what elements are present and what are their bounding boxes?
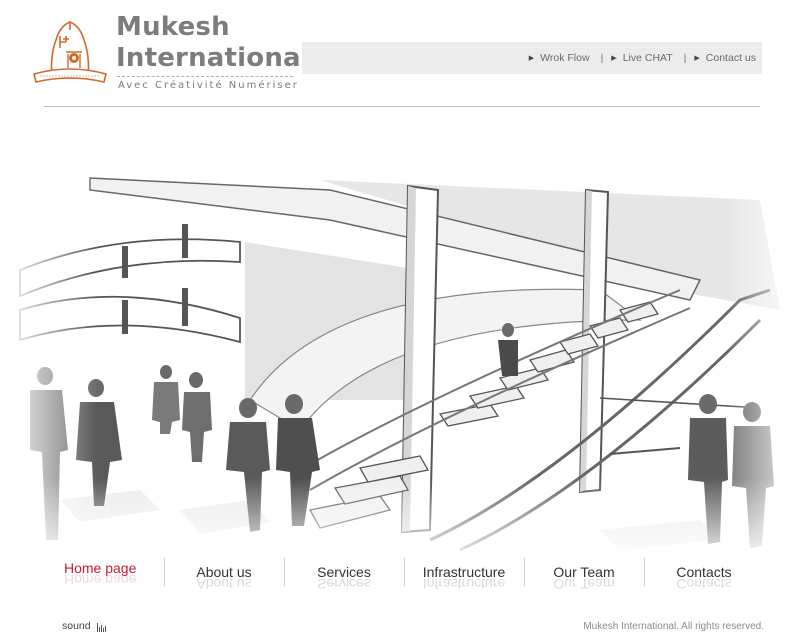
company-name-line1: Mukesh — [116, 12, 230, 42]
nav-services[interactable]: Services Services — [284, 552, 404, 600]
company-logo-emblem — [33, 21, 107, 83]
company-name-line2: International — [116, 43, 310, 73]
triangle-bullet-icon: ▶ — [694, 55, 700, 62]
nav-our-team[interactable]: Our Team Our Team — [524, 552, 644, 600]
separator: | — [600, 52, 604, 64]
top-link-label: Contact us — [705, 52, 756, 64]
nav-label-reflection: Infrastructure — [422, 576, 506, 592]
triangle-bullet-icon: ▶ — [611, 55, 617, 62]
sound-bars-icon — [96, 623, 107, 632]
nav-contacts[interactable]: Contacts Contacts — [644, 552, 764, 600]
nav-label-reflection: Contacts — [676, 576, 732, 592]
top-link-contact-us[interactable]: ▶ Contact us — [694, 52, 756, 64]
tagline: Avec Créativité Numériser — [118, 80, 299, 91]
hero-office-illustration — [0, 150, 808, 570]
top-link-label: Wrok Flow — [540, 52, 590, 64]
top-link-work-flow[interactable]: ▶ Wrok Flow — [529, 52, 590, 64]
top-link-label: Live CHAT — [622, 52, 673, 64]
main-navigation: Home page Home page About us About us Se… — [44, 552, 764, 600]
company-name: Mukesh International — [116, 12, 310, 74]
sound-label: sound — [62, 620, 91, 632]
nav-label-reflection: Services — [317, 576, 371, 592]
top-links: ▶ Wrok Flow | ▶ Live CHAT | ▶ Contact us — [529, 52, 756, 64]
header-rule — [44, 106, 760, 107]
nav-label-reflection: About us — [196, 576, 252, 592]
nav-about-us[interactable]: About us About us — [164, 552, 284, 600]
copyright-text: Mukesh International. All rights reserve… — [583, 621, 764, 632]
separator: | — [683, 52, 687, 64]
sound-toggle[interactable]: sound — [62, 620, 107, 632]
top-link-live-chat[interactable]: ▶ Live CHAT — [611, 52, 672, 64]
nav-infrastructure[interactable]: Infrastructure Infrastructure — [404, 552, 524, 600]
brand-divider — [117, 76, 293, 77]
nav-home-page[interactable]: Home page Home page — [44, 552, 164, 600]
top-utility-bar: ▶ Wrok Flow | ▶ Live CHAT | ▶ Contact us — [302, 42, 762, 74]
nav-label-reflection: Home page — [64, 572, 137, 588]
triangle-bullet-icon: ▶ — [528, 55, 535, 62]
nav-label-reflection: Our Team — [553, 576, 615, 592]
